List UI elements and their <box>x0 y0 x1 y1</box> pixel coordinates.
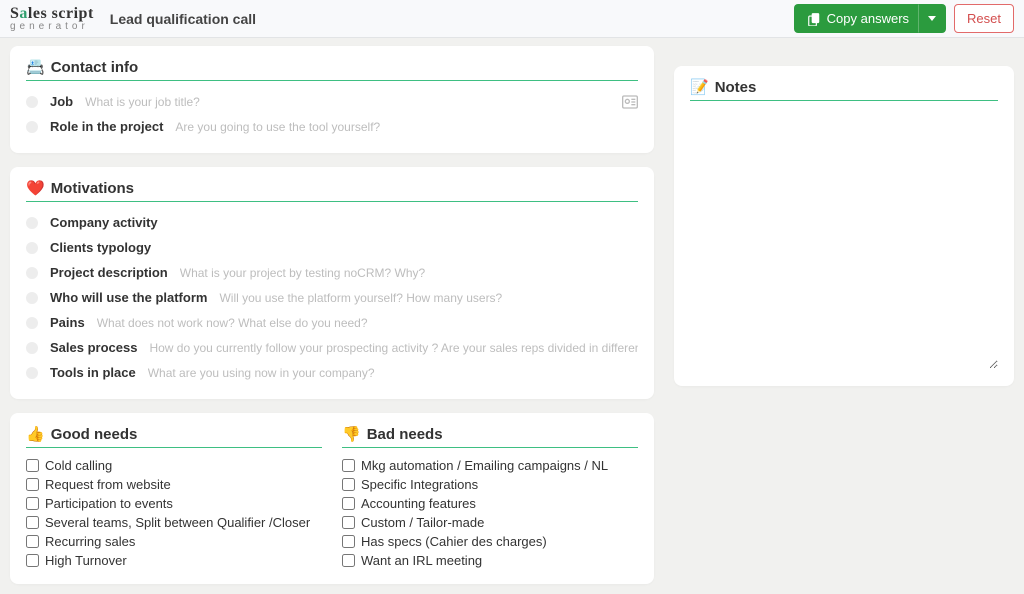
thumbs-up-icon: 👍 <box>26 425 45 443</box>
status-dot[interactable] <box>26 267 38 279</box>
motivations-field-row: Company activity <box>26 210 638 235</box>
status-dot[interactable] <box>26 367 38 379</box>
section-title-notes: 📝 Notes <box>690 78 998 101</box>
section-title-contact: 📇 Contact info <box>26 58 638 81</box>
good-need-item[interactable]: Recurring sales <box>26 532 322 551</box>
good-need-checkbox[interactable] <box>26 535 39 548</box>
motivations-field-label: Tools in place <box>50 365 136 380</box>
motivations-field-row: Who will use the platform <box>26 285 638 310</box>
heart-icon: ❤️ <box>26 179 45 197</box>
good-need-checkbox[interactable] <box>26 554 39 567</box>
good-need-checkbox[interactable] <box>26 459 39 472</box>
bad-need-item[interactable]: Specific Integrations <box>342 475 638 494</box>
needs-card: 👍 Good needs Cold calling Request from we… <box>10 413 654 584</box>
bad-need-label: Has specs (Cahier des charges) <box>361 534 547 549</box>
motivations-input[interactable] <box>97 316 638 330</box>
contact-icon: 📇 <box>26 58 45 76</box>
status-dot[interactable] <box>26 96 38 108</box>
bad-need-label: Accounting features <box>361 496 476 511</box>
good-need-item[interactable]: Several teams, Split between Qualifier /… <box>26 513 322 532</box>
bad-need-item[interactable]: Custom / Tailor-made <box>342 513 638 532</box>
thumbs-down-icon: 👎 <box>342 425 361 443</box>
motivations-input[interactable] <box>180 266 638 280</box>
good-need-item[interactable]: Request from website <box>26 475 322 494</box>
motivations-field-label: Company activity <box>50 215 158 230</box>
good-need-label: Request from website <box>45 477 171 492</box>
motivations-field-label: Project description <box>50 265 168 280</box>
contact-info-card: 📇 Contact info Job Role in the project <box>10 46 654 153</box>
motivations-card: ❤️ Motivations Company activity Clients t… <box>10 167 654 399</box>
good-need-item[interactable]: Cold calling <box>26 456 322 475</box>
contact-field-row: Role in the project <box>26 114 638 139</box>
bad-need-checkbox[interactable] <box>342 459 355 472</box>
notes-card: 📝 Notes <box>674 66 1014 386</box>
bad-need-label: Want an IRL meeting <box>361 553 482 568</box>
bad-need-checkbox[interactable] <box>342 554 355 567</box>
motivations-field-row: Tools in place <box>26 360 638 385</box>
bad-need-checkbox[interactable] <box>342 478 355 491</box>
motivations-input[interactable] <box>219 291 638 305</box>
page-title: Lead qualification call <box>110 11 256 27</box>
status-dot[interactable] <box>26 242 38 254</box>
bad-need-label: Mkg automation / Emailing campaigns / NL <box>361 458 608 473</box>
contact-input[interactable] <box>175 120 638 134</box>
copy-icon <box>807 12 821 26</box>
motivations-field-label: Who will use the platform <box>50 290 207 305</box>
bad-need-checkbox[interactable] <box>342 497 355 510</box>
reset-button[interactable]: Reset <box>954 4 1014 33</box>
motivations-field-row: Clients typology <box>26 235 638 260</box>
motivations-field-row: Pains <box>26 310 638 335</box>
contact-field-label: Role in the project <box>50 119 163 134</box>
good-need-label: Several teams, Split between Qualifier /… <box>45 515 310 530</box>
good-need-item[interactable]: High Turnover <box>26 551 322 570</box>
bad-need-item[interactable]: Accounting features <box>342 494 638 513</box>
copy-answers-button[interactable]: Copy answers <box>794 4 922 33</box>
bad-need-item[interactable]: Has specs (Cahier des charges) <box>342 532 638 551</box>
motivations-field-label: Clients typology <box>50 240 151 255</box>
bad-need-label: Custom / Tailor-made <box>361 515 484 530</box>
good-need-label: Participation to events <box>45 496 173 511</box>
status-dot[interactable] <box>26 342 38 354</box>
bad-need-label: Specific Integrations <box>361 477 478 492</box>
motivations-field-row: Sales process <box>26 335 638 360</box>
good-need-item[interactable]: Participation to events <box>26 494 322 513</box>
section-title-bad-needs: 👎 Bad needs <box>342 425 638 448</box>
contact-field-row: Job <box>26 89 638 114</box>
motivations-input[interactable] <box>148 366 638 380</box>
motivations-input[interactable] <box>149 341 638 355</box>
bad-need-item[interactable]: Want an IRL meeting <box>342 551 638 570</box>
good-need-checkbox[interactable] <box>26 497 39 510</box>
topbar: Sales script generator Lead qualificatio… <box>0 0 1024 38</box>
motivations-input[interactable] <box>170 216 638 230</box>
motivations-field-row: Project description <box>26 260 638 285</box>
good-need-label: Recurring sales <box>45 534 135 549</box>
bad-need-checkbox[interactable] <box>342 516 355 529</box>
good-need-checkbox[interactable] <box>26 478 39 491</box>
notes-icon: 📝 <box>690 78 709 96</box>
status-dot[interactable] <box>26 317 38 329</box>
good-need-label: Cold calling <box>45 458 112 473</box>
copy-answers-dropdown[interactable] <box>918 4 946 33</box>
bad-need-item[interactable]: Mkg automation / Emailing campaigns / NL <box>342 456 638 475</box>
status-dot[interactable] <box>26 217 38 229</box>
motivations-field-label: Pains <box>50 315 85 330</box>
id-card-icon[interactable] <box>622 95 638 109</box>
section-title-good-needs: 👍 Good needs <box>26 425 322 448</box>
status-dot[interactable] <box>26 292 38 304</box>
motivations-input[interactable] <box>163 241 638 255</box>
good-need-checkbox[interactable] <box>26 516 39 529</box>
notes-textarea[interactable] <box>690 109 998 369</box>
good-need-label: High Turnover <box>45 553 127 568</box>
section-title-motivations: ❤️ Motivations <box>26 179 638 202</box>
bad-need-checkbox[interactable] <box>342 535 355 548</box>
brand-logo: Sales script generator <box>10 6 102 32</box>
contact-field-label: Job <box>50 94 73 109</box>
status-dot[interactable] <box>26 121 38 133</box>
contact-input[interactable] <box>85 95 610 109</box>
motivations-field-label: Sales process <box>50 340 137 355</box>
